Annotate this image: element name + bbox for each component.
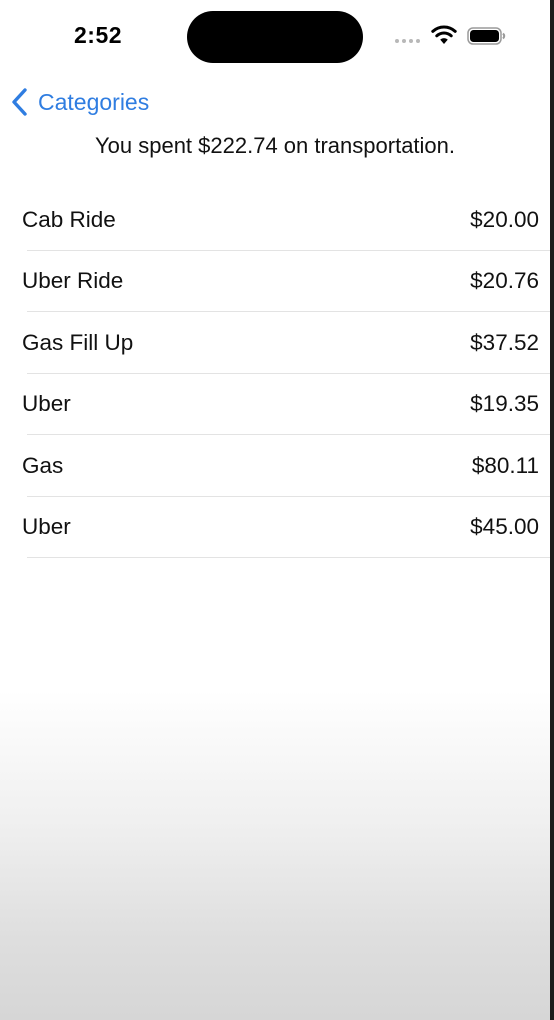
spending-summary: You spent $222.74 on transportation.	[94, 133, 456, 158]
list-item[interactable]: Uber $19.35	[0, 374, 550, 436]
transaction-name: Uber Ride	[22, 268, 124, 294]
back-button[interactable]: Categories	[10, 86, 149, 118]
dynamic-island	[187, 11, 363, 63]
list-item[interactable]: Cab Ride $20.00	[0, 189, 550, 251]
transaction-amount: $45.00	[470, 514, 539, 540]
list-item[interactable]: Gas Fill Up $37.52	[0, 312, 550, 374]
list-item[interactable]: Uber $45.00	[0, 497, 550, 559]
cellular-signal-icon	[395, 39, 420, 43]
back-button-label: Categories	[38, 88, 150, 115]
wifi-icon	[431, 25, 457, 44]
transaction-name: Cab Ride	[22, 206, 116, 232]
transaction-name: Uber	[22, 391, 71, 417]
battery-icon	[467, 27, 506, 45]
transaction-amount: $20.00	[470, 206, 539, 232]
transaction-name: Uber	[22, 514, 71, 540]
chevron-left-icon	[12, 88, 27, 116]
transaction-amount: $19.35	[470, 391, 539, 417]
transaction-amount: $37.52	[470, 329, 539, 355]
transaction-name: Gas Fill Up	[22, 329, 134, 355]
screen-edge	[550, 0, 554, 1020]
transaction-name: Gas	[22, 452, 64, 478]
status-time: 2:52	[74, 22, 123, 48]
transaction-list: Cab Ride $20.00 Uber Ride $20.76 Gas Fil…	[0, 189, 550, 558]
list-item[interactable]: Uber Ride $20.76	[0, 251, 550, 313]
transaction-amount: $80.11	[471, 452, 539, 478]
transaction-amount: $20.76	[470, 268, 539, 294]
list-item[interactable]: Gas $80.11	[0, 435, 550, 497]
